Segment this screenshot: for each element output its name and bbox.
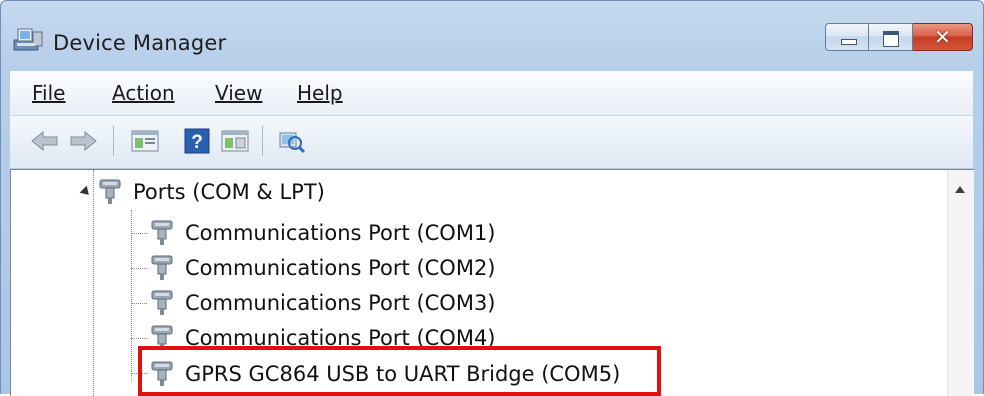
forward-icon[interactable] — [68, 128, 98, 154]
tree-item-com3[interactable]: Communications Port (COM3) — [147, 285, 496, 321]
tree-connector — [131, 233, 147, 234]
details-icon[interactable] — [220, 128, 250, 154]
caption-buttons: ✕ — [825, 23, 973, 53]
highlight-annotation-box — [138, 346, 661, 396]
menu-help[interactable]: Help — [297, 81, 343, 105]
device-manager-icon — [13, 28, 43, 51]
menu-file[interactable]: File — [32, 81, 65, 105]
menu-action-label: Action — [112, 81, 175, 105]
menu-action[interactable]: Action — [112, 81, 175, 105]
scroll-up-arrow-icon[interactable] — [955, 186, 965, 193]
port-icon — [151, 220, 173, 245]
device-label: Communications Port (COM1) — [185, 221, 496, 245]
maximize-button[interactable] — [869, 23, 913, 51]
close-button[interactable]: ✕ — [913, 23, 973, 51]
menu-view[interactable]: View — [215, 81, 262, 105]
minimize-button[interactable] — [825, 23, 869, 51]
tree-item-com2[interactable]: Communications Port (COM2) — [147, 250, 496, 286]
svg-text:?: ? — [191, 132, 203, 153]
tree-category-ports[interactable]: Ports (COM & LPT) — [79, 174, 325, 210]
device-manager-window: Device Manager ✕ File Action View Help ?… — [0, 0, 984, 396]
tree-item-com1[interactable]: Communications Port (COM1) — [147, 215, 496, 251]
expand-collapse-icon[interactable] — [79, 185, 93, 199]
menu-file-label: File — [32, 81, 66, 105]
window-title: Device Manager — [53, 31, 227, 55]
toolbar-separator — [113, 126, 114, 156]
tree-connector — [131, 338, 147, 339]
close-icon: ✕ — [934, 25, 951, 49]
scan-hardware-icon[interactable] — [276, 128, 306, 154]
device-label: Communications Port (COM3) — [185, 291, 496, 315]
toolbar: ? — [10, 116, 973, 169]
tree-connector — [131, 210, 132, 382]
tree-connector — [131, 303, 147, 304]
menu-help-label: Help — [297, 81, 343, 105]
help-icon[interactable]: ? — [182, 128, 212, 154]
title-bar[interactable]: Device Manager ✕ — [1, 1, 983, 71]
port-icon — [151, 255, 173, 280]
menu-bar: File Action View Help — [10, 71, 973, 116]
menu-view-label: View — [215, 81, 263, 105]
properties-icon[interactable] — [130, 128, 160, 154]
toolbar-separator — [262, 126, 263, 156]
port-icon — [99, 179, 121, 204]
back-icon[interactable] — [30, 128, 60, 154]
port-icon — [151, 290, 173, 315]
category-label: Ports (COM & LPT) — [133, 180, 325, 204]
tree-connector — [131, 268, 147, 269]
device-label: Communications Port (COM2) — [185, 256, 496, 280]
vertical-scrollbar[interactable] — [947, 170, 974, 396]
maximize-icon — [883, 31, 899, 47]
minimize-icon — [841, 39, 857, 45]
